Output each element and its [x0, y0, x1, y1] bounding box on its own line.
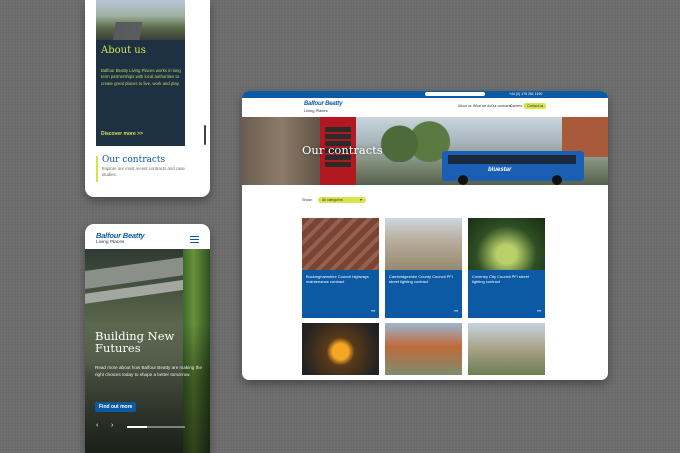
nav-contracts[interactable]: Our contracts: [491, 104, 511, 108]
card-title: Coventry City Council PFI street lightin…: [472, 274, 529, 284]
card-image: [302, 218, 379, 270]
logo-sub: Living Places: [96, 240, 125, 245]
card-image: [468, 218, 545, 270]
card-image: [385, 218, 462, 270]
search-input[interactable]: [425, 92, 485, 96]
accent-bar: [96, 156, 98, 182]
nav-careers[interactable]: Careers: [510, 104, 522, 108]
contracts-body: Explore our most recent contracts and ca…: [102, 166, 185, 178]
bus-livery: bluestar: [488, 167, 512, 173]
contract-card[interactable]: [302, 323, 379, 375]
scrollbar[interactable]: [204, 125, 206, 145]
contract-card[interactable]: Cambridgeshire County Council PFI street…: [385, 218, 462, 318]
contract-card[interactable]: [385, 323, 462, 375]
card-title: Cambridgeshire County Council PFI street…: [389, 274, 453, 284]
card-image: [302, 323, 379, 375]
chevron-down-icon[interactable]: ▾: [360, 197, 362, 203]
mobile-about-screen: About us Balfour Beatty Living Places wo…: [85, 0, 210, 197]
hero-title: Building New Futures: [95, 329, 175, 355]
arrow-icon[interactable]: ›››››: [454, 308, 459, 313]
phone-number[interactable]: +44 (0) 175 251 1190: [509, 92, 542, 96]
road-photo-detail: [105, 22, 155, 40]
contract-card[interactable]: Buckinghamshire Council highways mainten…: [302, 218, 379, 318]
slider-progress[interactable]: [127, 426, 185, 428]
card-image: [468, 323, 545, 375]
about-body: Balfour Beatty Living Places works in lo…: [101, 68, 181, 86]
nav-what-we-do[interactable]: What we do: [473, 104, 491, 108]
menu-icon[interactable]: [190, 236, 199, 245]
bus: bluestar: [442, 151, 584, 185]
contract-card[interactable]: Coventry City Council PFI street lightin…: [468, 218, 545, 318]
prev-arrow-icon[interactable]: ‹: [96, 422, 98, 429]
card-title: Buckinghamshire Council highways mainten…: [306, 274, 369, 284]
logo-main[interactable]: Balfour Beatty: [96, 231, 145, 240]
page-title: Our contracts: [302, 143, 383, 157]
trees: [377, 117, 452, 162]
nav-about[interactable]: About us: [458, 104, 471, 108]
arrow-icon[interactable]: ›››››: [371, 308, 376, 313]
arrow-icon[interactable]: ›››››: [537, 308, 542, 313]
about-heading: About us: [101, 45, 146, 56]
filter-label: Show:: [302, 198, 313, 202]
hero-body: Read more about how Balfour Beatty are m…: [95, 365, 202, 377]
card-image: [385, 323, 462, 375]
contracts-heading: Our contracts: [102, 155, 166, 165]
logo-main[interactable]: Balfour Beatty: [304, 101, 342, 107]
discover-more-link[interactable]: Discover more >>: [101, 131, 143, 137]
logo-sub: Living Places: [304, 108, 328, 113]
main-nav: [242, 98, 608, 117]
contact-button[interactable]: Contact us: [524, 103, 547, 109]
desktop-contracts-screen: +44 (0) 175 251 1190 Balfour Beatty Livi…: [242, 91, 608, 380]
category-select[interactable]: All categories: [318, 197, 366, 203]
contract-card[interactable]: [468, 323, 545, 375]
mobile-home-screen: Balfour Beatty Living Places Building Ne…: [85, 224, 210, 453]
find-out-more-button[interactable]: Find out more: [95, 402, 137, 412]
next-arrow-icon[interactable]: ›: [111, 422, 113, 429]
